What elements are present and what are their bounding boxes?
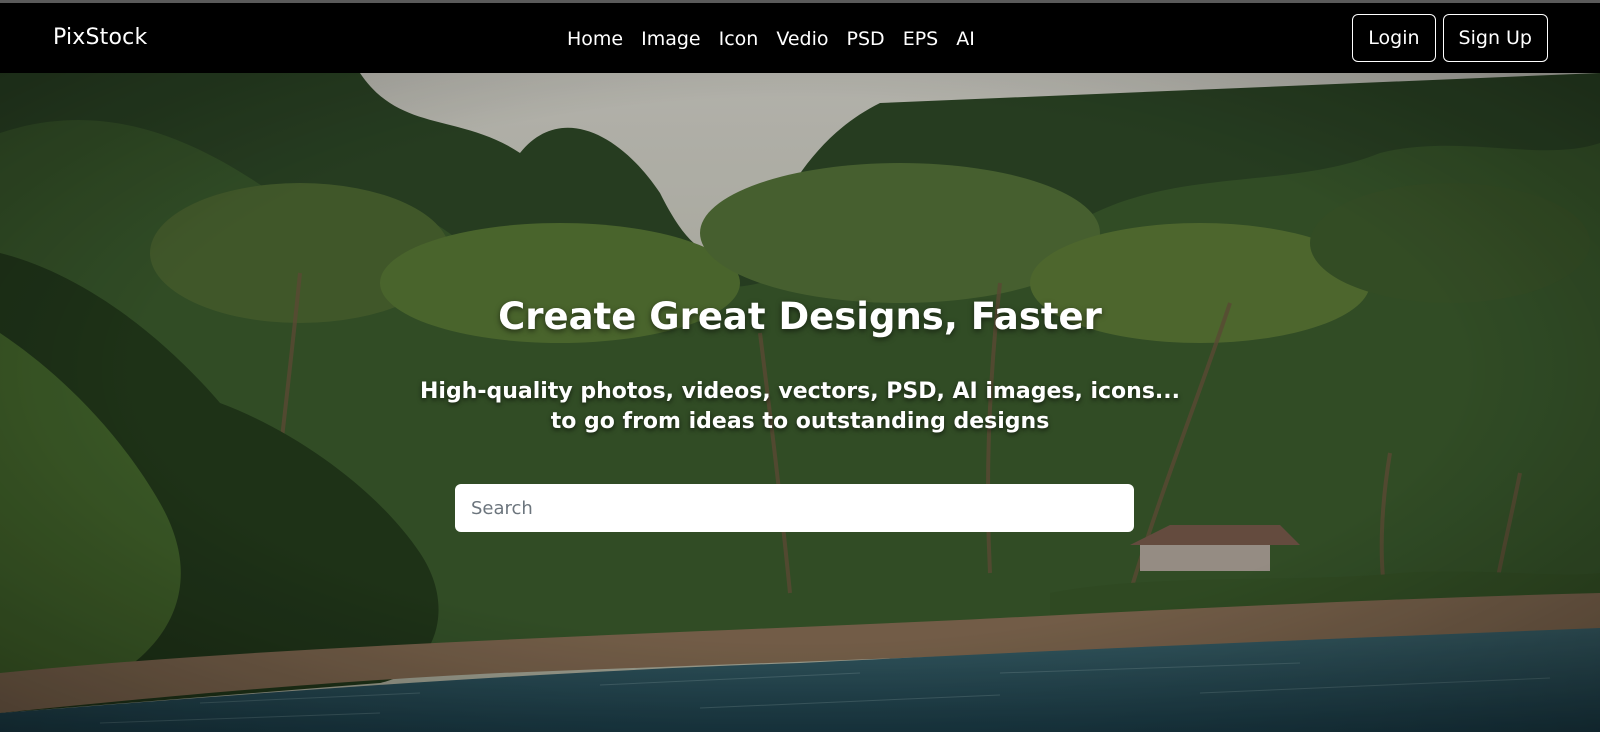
nav-links: Home Image Icon Vedio PSD EPS AI [558, 27, 984, 51]
hero-subline-2: to go from ideas to outstanding designs [550, 409, 1050, 434]
brand-logo[interactable]: PixStock [53, 25, 147, 50]
nav-link-icon[interactable]: Icon [710, 27, 768, 51]
nav-link-vedio[interactable]: Vedio [767, 27, 837, 51]
auth-buttons: Login Sign Up [1352, 14, 1548, 62]
search-input[interactable] [455, 484, 1134, 532]
hero-subline-1: High-quality photos, videos, vectors, PS… [419, 379, 1181, 404]
nav-link-psd[interactable]: PSD [838, 27, 894, 51]
signup-button[interactable]: Sign Up [1442, 14, 1548, 62]
nav-link-image[interactable]: Image [632, 27, 710, 51]
hero-section: Create Great Designs, Faster High-qualit… [0, 73, 1600, 732]
nav-link-home[interactable]: Home [558, 27, 632, 51]
login-button[interactable]: Login [1352, 14, 1436, 62]
hero-headline: Create Great Designs, Faster [498, 295, 1102, 338]
top-navbar: PixStock Home Image Icon Vedio PSD EPS A… [0, 3, 1600, 73]
nav-link-eps[interactable]: EPS [894, 27, 948, 51]
nav-link-ai[interactable]: AI [947, 27, 984, 51]
